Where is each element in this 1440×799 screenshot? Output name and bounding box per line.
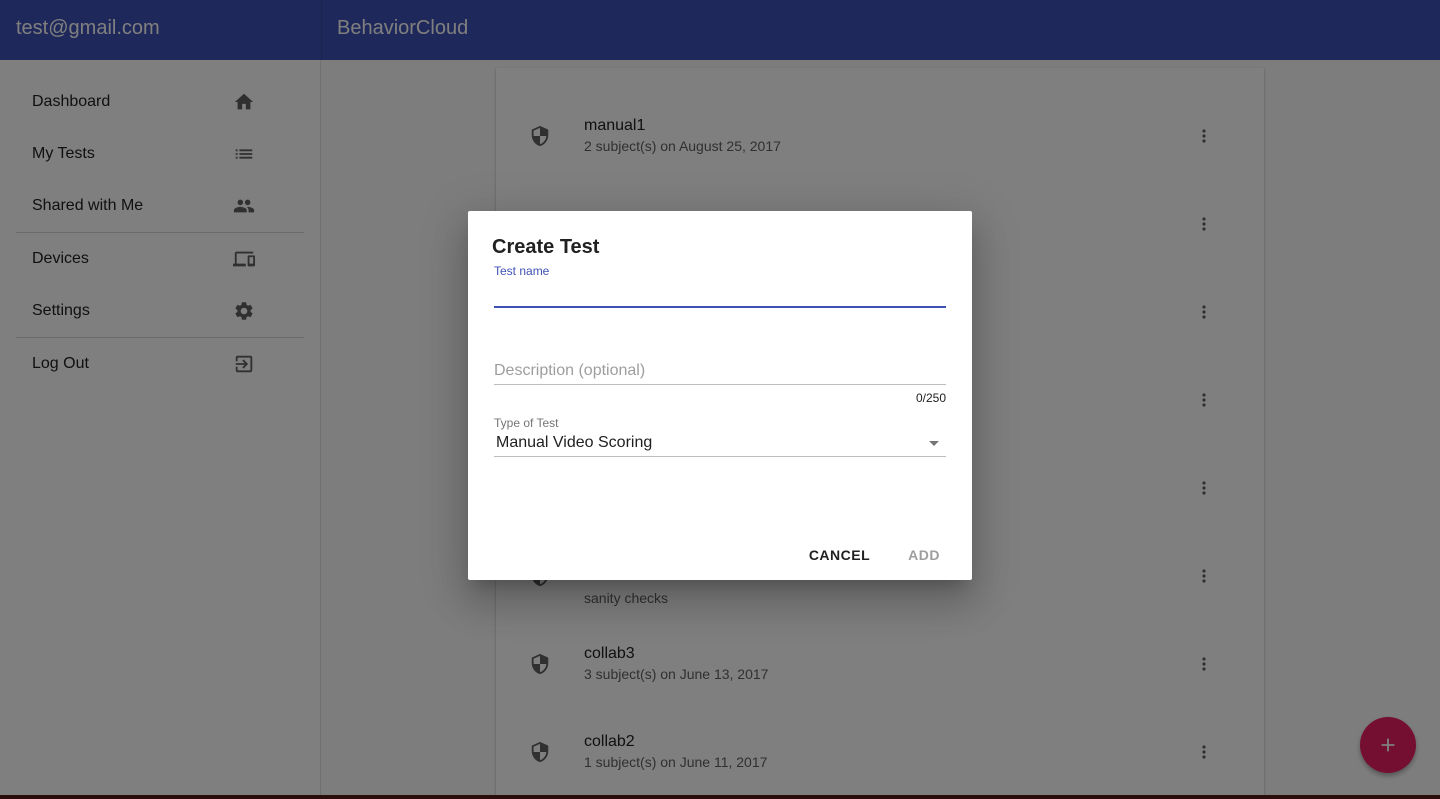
test-type-select[interactable]: Manual Video Scoring — [494, 430, 946, 456]
dialog-title: Create Test — [492, 236, 600, 258]
dialog-actions: Cancel Add — [795, 544, 954, 566]
dropdown-arrow-icon — [922, 431, 946, 455]
test-type-value: Manual Video Scoring — [496, 434, 653, 451]
test-type-label: Type of Test — [494, 416, 559, 430]
description-counter: 0/250 — [915, 391, 946, 405]
cancel-button[interactable]: Cancel — [795, 544, 884, 566]
create-test-dialog: Create Test Test name 0/250 Type of Test… — [468, 211, 972, 580]
description-underline — [494, 384, 946, 385]
test-name-field: Test name — [494, 264, 946, 308]
test-name-underline — [494, 306, 946, 308]
test-type-field: Type of Test Manual Video Scoring — [494, 416, 946, 457]
add-button[interactable]: Add — [894, 544, 954, 566]
test-type-underline — [494, 456, 946, 457]
test-name-input[interactable] — [494, 282, 946, 306]
description-input[interactable] — [494, 359, 946, 383]
window-bottom-edge — [0, 795, 1440, 799]
test-name-label: Test name — [494, 264, 550, 278]
description-field: 0/250 — [494, 359, 946, 405]
